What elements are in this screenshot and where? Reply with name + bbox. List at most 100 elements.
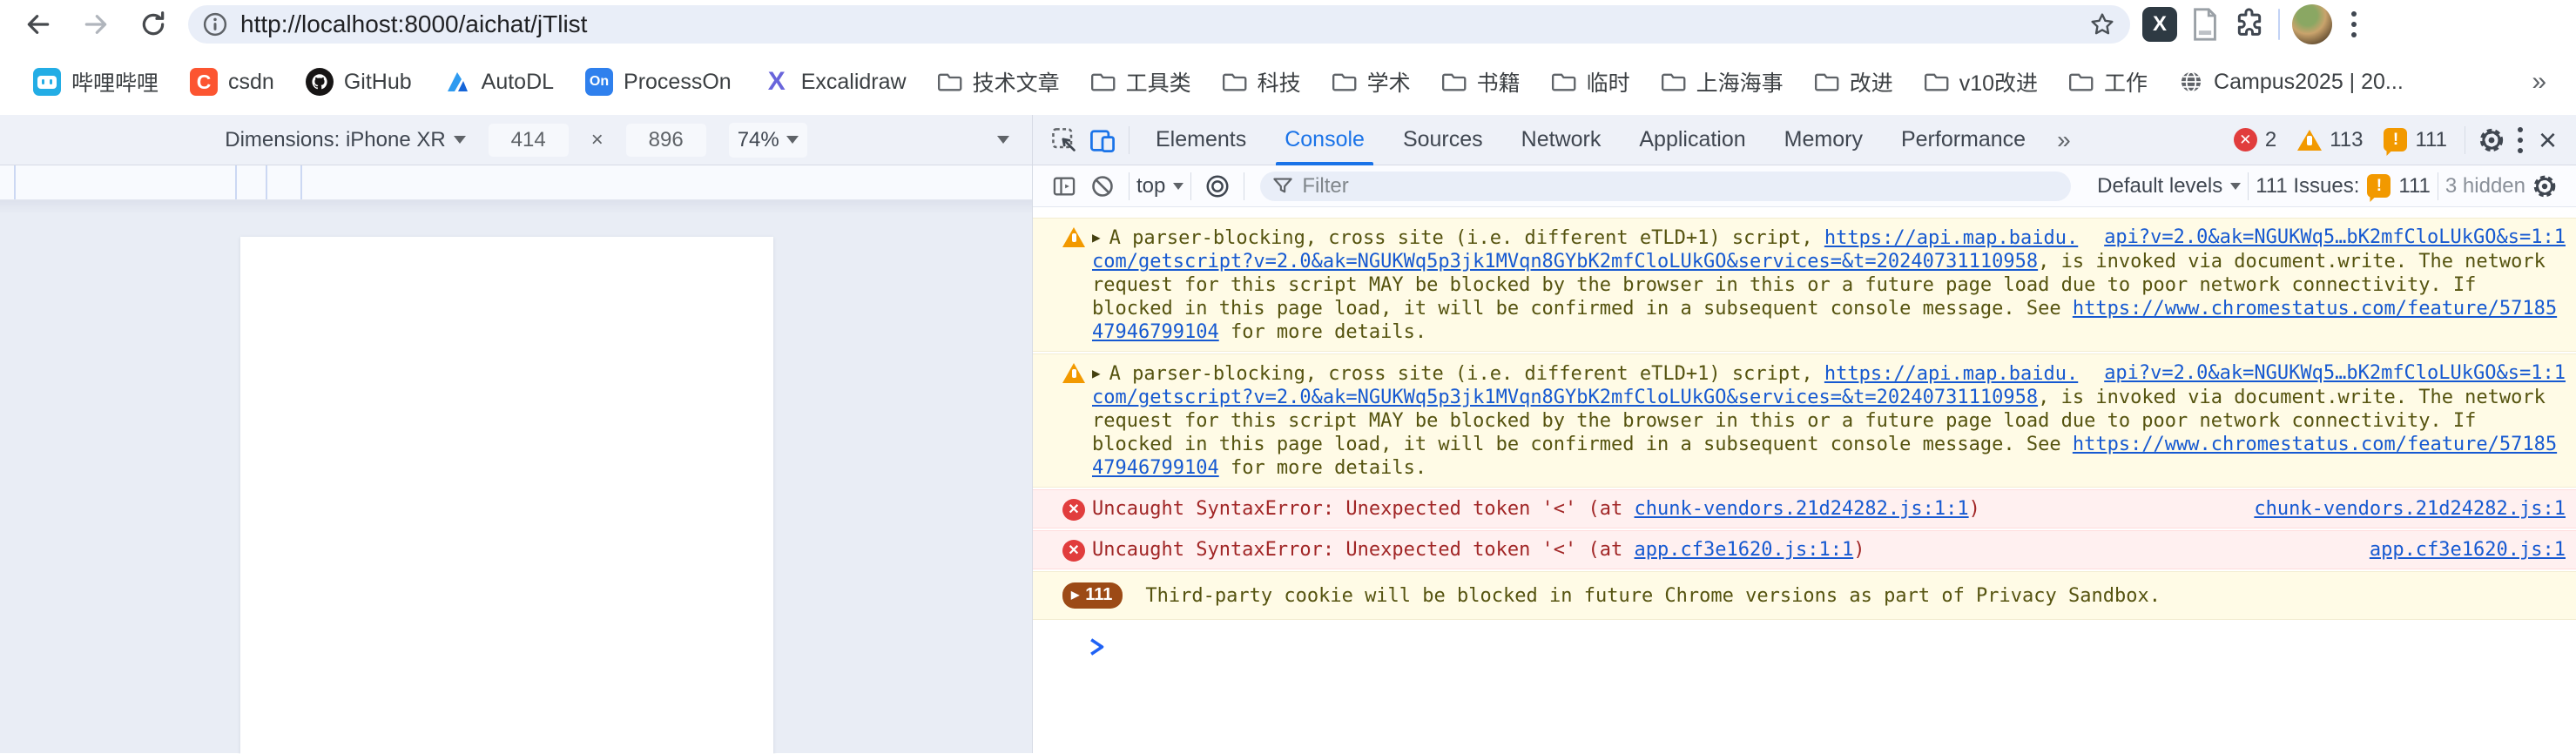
issues-counter[interactable]: ! 111: [2384, 128, 2446, 152]
device-height-input[interactable]: [626, 124, 706, 157]
gear-icon: [2478, 126, 2505, 154]
error-file-link[interactable]: chunk-vendors.21d24282.js:1:1: [1635, 498, 1969, 520]
console-prompt[interactable]: [1033, 622, 2576, 663]
console-sidebar-toggle[interactable]: [1045, 167, 1083, 205]
forward-button[interactable]: [73, 2, 118, 47]
error-icon: ✕: [1062, 540, 1085, 562]
filter-input[interactable]: [1302, 174, 2059, 199]
bookmark-github[interactable]: GitHub: [293, 61, 424, 103]
expand-arrow-icon[interactable]: ▶: [1092, 365, 1101, 381]
tab-elements[interactable]: Elements: [1136, 115, 1265, 165]
bookmark-autodl[interactable]: AutoDL: [431, 61, 566, 103]
bookmark-label: csdn: [228, 70, 274, 95]
folder-icon: [1442, 71, 1467, 92]
bookmark-label: 书籍: [1477, 66, 1521, 98]
tab-application[interactable]: Application: [1620, 115, 1764, 165]
console-settings-button[interactable]: [2525, 167, 2564, 205]
sidebar-panel-icon: [1052, 174, 1076, 199]
repeat-count-badge[interactable]: ▶111: [1062, 582, 1123, 609]
bookmark-folder-v10-improve[interactable]: v10改进: [1912, 59, 2050, 104]
console-messages: api?v=2.0&ak=NGUKWq5…bK2mfCloLUkGO&s=1:1…: [1033, 207, 2576, 753]
devtools-close-button[interactable]: ×: [2530, 125, 2566, 156]
globe-icon: [2179, 70, 2203, 94]
console-filter[interactable]: [1260, 172, 2071, 201]
device-width-input[interactable]: [489, 124, 569, 157]
devtools-settings-button[interactable]: [2472, 121, 2511, 159]
back-button[interactable]: [16, 2, 61, 47]
tab-sources[interactable]: Sources: [1384, 115, 1502, 165]
device-viewport-background: [0, 200, 1032, 753]
bookmark-processon[interactable]: On ProcessOn: [573, 61, 744, 103]
issues-icon: !: [2367, 174, 2391, 198]
message-source-link[interactable]: api?v=2.0&ak=NGUKWq5…bK2mfCloLUkGO&s=1:1: [2104, 226, 2566, 249]
log-levels-select[interactable]: Default levels: [2097, 174, 2241, 199]
bookmark-folder-tech-articles[interactable]: 技术文章: [926, 59, 1072, 104]
bookmark-csdn[interactable]: C csdn: [178, 61, 287, 103]
chevron-down-icon: [786, 136, 799, 144]
media-query-bar[interactable]: [0, 165, 1032, 200]
bookmark-folder-academic[interactable]: 学术: [1320, 59, 1423, 104]
bookmark-folder-work[interactable]: 工作: [2057, 59, 2160, 104]
levels-label: Default levels: [2097, 174, 2222, 199]
inspect-element-button[interactable]: [1045, 121, 1083, 159]
message-source-link[interactable]: chunk-vendors.21d24282.js:1: [2254, 497, 2566, 521]
console-warning-message: api?v=2.0&ak=NGUKWq5…bK2mfCloLUkGO&s=1:1…: [1033, 353, 2576, 488]
expand-arrow-icon[interactable]: ▶: [1092, 229, 1101, 246]
csdn-icon: C: [190, 68, 218, 96]
bookmark-folder-shanghai-maritime[interactable]: 上海海事: [1649, 59, 1796, 104]
profile-avatar[interactable]: [2292, 4, 2332, 44]
bookmarks-overflow-chevron[interactable]: »: [2523, 67, 2555, 97]
x-extension-icon[interactable]: X: [2142, 7, 2177, 42]
bookmark-folder-books[interactable]: 书籍: [1430, 59, 1533, 104]
site-info-icon[interactable]: [202, 11, 228, 37]
bookmark-campus2025[interactable]: Campus2025 | 20...: [2167, 63, 2416, 102]
tab-network[interactable]: Network: [1502, 115, 1621, 165]
processon-icon: On: [585, 68, 613, 96]
bookmark-folder-tools[interactable]: 工具类: [1079, 59, 1204, 104]
error-file-link[interactable]: app.cf3e1620.js:1:1: [1635, 539, 1854, 561]
extensions-puzzle-icon[interactable]: [2233, 8, 2266, 41]
device-toolbar-options-icon[interactable]: [997, 136, 1009, 144]
expand-arrow-icon: ▶: [1071, 583, 1079, 607]
bookmark-label: 哔哩哔哩: [71, 66, 158, 98]
bookmark-folder-improve[interactable]: 改进: [1803, 59, 1905, 104]
folder-icon: [1223, 71, 1247, 92]
reload-button[interactable]: [131, 2, 176, 47]
bookmark-folder-science[interactable]: 科技: [1210, 59, 1313, 104]
execution-context-select[interactable]: top: [1136, 174, 1183, 199]
hidden-messages-link[interactable]: 3 hidden: [2445, 174, 2525, 199]
bookmark-star-icon[interactable]: [2088, 10, 2116, 38]
tab-performance[interactable]: Performance: [1882, 115, 2045, 165]
devtools-menu-button[interactable]: [2511, 127, 2530, 153]
toolbar-band: Dimensions: iPhone XR × 74% Elements Con…: [0, 115, 2576, 165]
warning-text: A parser-blocking, cross site (i.e. diff…: [1109, 227, 1824, 249]
console-warning-counter[interactable]: 113: [2297, 128, 2363, 152]
bookmark-excalidraw[interactable]: X Excalidraw: [751, 61, 919, 103]
folder-icon: [1332, 71, 1357, 92]
tab-console[interactable]: Console: [1265, 115, 1384, 165]
clear-console-button[interactable]: [1083, 167, 1122, 205]
device-zoom-select[interactable]: 74%: [729, 123, 807, 158]
reload-icon: [139, 10, 167, 38]
live-expression-button[interactable]: [1198, 167, 1237, 205]
address-bar[interactable]: [188, 5, 2130, 44]
browser-toolbar: X: [0, 0, 2576, 49]
url-input[interactable]: [240, 10, 2076, 38]
document-extension-icon[interactable]: [2189, 7, 2221, 42]
tab-memory[interactable]: Memory: [1765, 115, 1882, 165]
message-source-link[interactable]: app.cf3e1620.js:1: [2370, 538, 2566, 562]
bookmark-label: v10改进: [1959, 66, 2038, 98]
browser-menu-button[interactable]: [2344, 11, 2364, 37]
folder-icon: [1552, 71, 1576, 92]
toggle-device-toolbar-button[interactable]: [1083, 121, 1122, 159]
console-error-counter[interactable]: ✕ 2: [2234, 128, 2276, 152]
message-source-link[interactable]: api?v=2.0&ak=NGUKWq5…bK2mfCloLUkGO&s=1:1: [2104, 361, 2566, 385]
main-area: top Default levels 111: [0, 165, 2576, 753]
more-tabs-chevron[interactable]: »: [2045, 126, 2083, 154]
excalidraw-icon: X: [763, 68, 791, 96]
bookmark-folder-temp[interactable]: 临时: [1540, 59, 1642, 104]
bookmark-bilibili[interactable]: 哔哩哔哩: [21, 59, 171, 104]
device-dimensions-select[interactable]: Dimensions: iPhone XR: [225, 128, 465, 152]
issues-toolbar-counter[interactable]: 111 Issues: ! 111: [2256, 174, 2431, 199]
error-text: Uncaught SyntaxError: Unexpected token '…: [1092, 539, 1635, 561]
